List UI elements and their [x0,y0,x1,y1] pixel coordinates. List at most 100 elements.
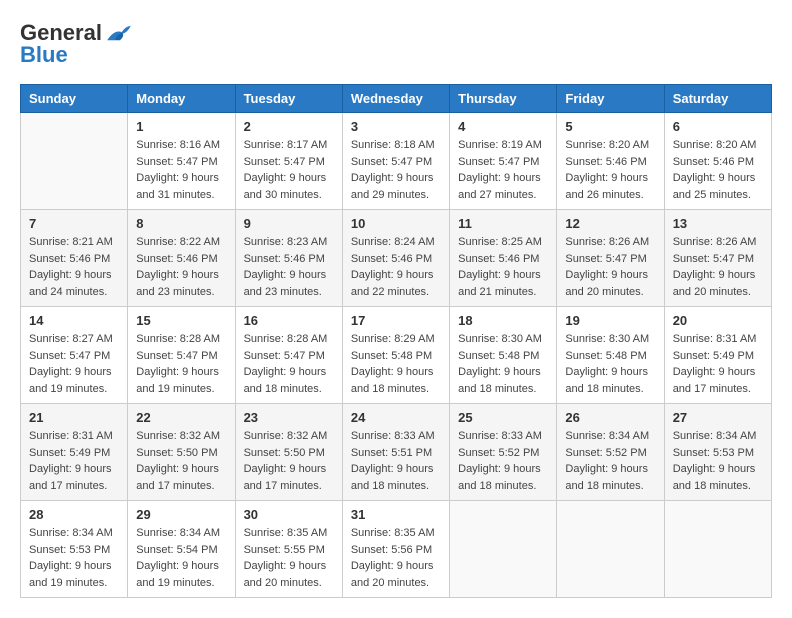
day-number: 30 [244,507,334,522]
day-number: 1 [136,119,226,134]
day-number: 16 [244,313,334,328]
calendar-cell: 30 Sunrise: 8:35 AMSunset: 5:55 PMDayligh… [235,501,342,598]
day-number: 5 [565,119,655,134]
page-header: General Blue [20,20,772,68]
cell-info: Sunrise: 8:20 AMSunset: 5:46 PMDaylight:… [565,137,655,203]
day-number: 29 [136,507,226,522]
calendar-cell [21,113,128,210]
calendar-cell [664,501,771,598]
day-number: 19 [565,313,655,328]
day-number: 17 [351,313,441,328]
calendar-week-1: 7 Sunrise: 8:21 AMSunset: 5:46 PMDaylight… [21,210,772,307]
day-number: 18 [458,313,548,328]
cell-info: Sunrise: 8:25 AMSunset: 5:46 PMDaylight:… [458,234,548,300]
calendar-cell: 9 Sunrise: 8:23 AMSunset: 5:46 PMDaylight… [235,210,342,307]
cell-info: Sunrise: 8:20 AMSunset: 5:46 PMDaylight:… [673,137,763,203]
day-number: 31 [351,507,441,522]
calendar-cell: 4 Sunrise: 8:19 AMSunset: 5:47 PMDaylight… [450,113,557,210]
calendar-cell: 6 Sunrise: 8:20 AMSunset: 5:46 PMDaylight… [664,113,771,210]
header-friday: Friday [557,85,664,113]
calendar-cell: 5 Sunrise: 8:20 AMSunset: 5:46 PMDaylight… [557,113,664,210]
cell-info: Sunrise: 8:22 AMSunset: 5:46 PMDaylight:… [136,234,226,300]
calendar-cell: 21 Sunrise: 8:31 AMSunset: 5:49 PMDayligh… [21,404,128,501]
calendar-cell: 18 Sunrise: 8:30 AMSunset: 5:48 PMDayligh… [450,307,557,404]
day-number: 12 [565,216,655,231]
cell-info: Sunrise: 8:34 AMSunset: 5:54 PMDaylight:… [136,525,226,591]
cell-info: Sunrise: 8:26 AMSunset: 5:47 PMDaylight:… [673,234,763,300]
cell-info: Sunrise: 8:30 AMSunset: 5:48 PMDaylight:… [458,331,548,397]
cell-info: Sunrise: 8:31 AMSunset: 5:49 PMDaylight:… [673,331,763,397]
calendar-header-row: SundayMondayTuesdayWednesdayThursdayFrid… [21,85,772,113]
day-number: 26 [565,410,655,425]
cell-info: Sunrise: 8:28 AMSunset: 5:47 PMDaylight:… [244,331,334,397]
calendar-cell: 26Sunrise: 8:34 AMSunset: 5:52 PMDayligh… [557,404,664,501]
cell-info: Sunrise: 8:21 AMSunset: 5:46 PMDaylight:… [29,234,119,300]
header-sunday: Sunday [21,85,128,113]
header-saturday: Saturday [664,85,771,113]
calendar-cell: 11 Sunrise: 8:25 AMSunset: 5:46 PMDayligh… [450,210,557,307]
day-number: 7 [29,216,119,231]
header-tuesday: Tuesday [235,85,342,113]
logo: General Blue [20,20,133,68]
day-number: 2 [244,119,334,134]
calendar-cell: 1 Sunrise: 8:16 AMSunset: 5:47 PMDaylight… [128,113,235,210]
day-number: 15 [136,313,226,328]
cell-info: Sunrise: 8:19 AMSunset: 5:47 PMDaylight:… [458,137,548,203]
calendar-cell: 13 Sunrise: 8:26 AMSunset: 5:47 PMDayligh… [664,210,771,307]
calendar-cell: 24Sunrise: 8:33 AMSunset: 5:51 PMDayligh… [342,404,449,501]
calendar-week-3: 21 Sunrise: 8:31 AMSunset: 5:49 PMDayligh… [21,404,772,501]
header-thursday: Thursday [450,85,557,113]
calendar-cell: 15 Sunrise: 8:28 AMSunset: 5:47 PMDayligh… [128,307,235,404]
logo-blue: Blue [20,42,68,68]
logo-bird-icon [105,23,133,43]
cell-info: Sunrise: 8:34 AMSunset: 5:53 PMDaylight:… [673,428,763,494]
cell-info: Sunrise: 8:35 AMSunset: 5:56 PMDaylight:… [351,525,441,591]
calendar-cell: 8 Sunrise: 8:22 AMSunset: 5:46 PMDaylight… [128,210,235,307]
day-number: 28 [29,507,119,522]
calendar-cell: 29 Sunrise: 8:34 AMSunset: 5:54 PMDayligh… [128,501,235,598]
calendar-cell: 10Sunrise: 8:24 AMSunset: 5:46 PMDayligh… [342,210,449,307]
cell-info: Sunrise: 8:34 AMSunset: 5:53 PMDaylight:… [29,525,119,591]
cell-info: Sunrise: 8:35 AMSunset: 5:55 PMDaylight:… [244,525,334,591]
calendar-cell: 27Sunrise: 8:34 AMSunset: 5:53 PMDayligh… [664,404,771,501]
day-number: 14 [29,313,119,328]
calendar-cell: 14 Sunrise: 8:27 AMSunset: 5:47 PMDayligh… [21,307,128,404]
cell-info: Sunrise: 8:28 AMSunset: 5:47 PMDaylight:… [136,331,226,397]
calendar-week-4: 28 Sunrise: 8:34 AMSunset: 5:53 PMDayligh… [21,501,772,598]
day-number: 23 [244,410,334,425]
logo-container: General Blue [20,20,133,68]
cell-info: Sunrise: 8:23 AMSunset: 5:46 PMDaylight:… [244,234,334,300]
cell-info: Sunrise: 8:31 AMSunset: 5:49 PMDaylight:… [29,428,119,494]
cell-info: Sunrise: 8:30 AMSunset: 5:48 PMDaylight:… [565,331,655,397]
day-number: 4 [458,119,548,134]
calendar-cell: 25Sunrise: 8:33 AMSunset: 5:52 PMDayligh… [450,404,557,501]
calendar-cell: 31 Sunrise: 8:35 AMSunset: 5:56 PMDayligh… [342,501,449,598]
day-number: 8 [136,216,226,231]
day-number: 21 [29,410,119,425]
day-number: 20 [673,313,763,328]
cell-info: Sunrise: 8:16 AMSunset: 5:47 PMDaylight:… [136,137,226,203]
day-number: 11 [458,216,548,231]
calendar-cell: 12 Sunrise: 8:26 AMSunset: 5:47 PMDayligh… [557,210,664,307]
calendar-cell: 28 Sunrise: 8:34 AMSunset: 5:53 PMDayligh… [21,501,128,598]
day-number: 9 [244,216,334,231]
calendar-cell: 17 Sunrise: 8:29 AMSunset: 5:48 PMDayligh… [342,307,449,404]
calendar-week-2: 14 Sunrise: 8:27 AMSunset: 5:47 PMDayligh… [21,307,772,404]
calendar-cell: 3Sunrise: 8:18 AMSunset: 5:47 PMDaylight… [342,113,449,210]
cell-info: Sunrise: 8:27 AMSunset: 5:47 PMDaylight:… [29,331,119,397]
calendar-cell [557,501,664,598]
calendar-cell: 16 Sunrise: 8:28 AMSunset: 5:47 PMDayligh… [235,307,342,404]
cell-info: Sunrise: 8:32 AMSunset: 5:50 PMDaylight:… [244,428,334,494]
day-number: 13 [673,216,763,231]
cell-info: Sunrise: 8:32 AMSunset: 5:50 PMDaylight:… [136,428,226,494]
calendar-cell: 19 Sunrise: 8:30 AMSunset: 5:48 PMDayligh… [557,307,664,404]
header-monday: Monday [128,85,235,113]
cell-info: Sunrise: 8:29 AMSunset: 5:48 PMDaylight:… [351,331,441,397]
day-number: 25 [458,410,548,425]
cell-info: Sunrise: 8:17 AMSunset: 5:47 PMDaylight:… [244,137,334,203]
calendar-cell: 7 Sunrise: 8:21 AMSunset: 5:46 PMDaylight… [21,210,128,307]
cell-info: Sunrise: 8:26 AMSunset: 5:47 PMDaylight:… [565,234,655,300]
day-number: 10 [351,216,441,231]
day-number: 22 [136,410,226,425]
day-number: 6 [673,119,763,134]
